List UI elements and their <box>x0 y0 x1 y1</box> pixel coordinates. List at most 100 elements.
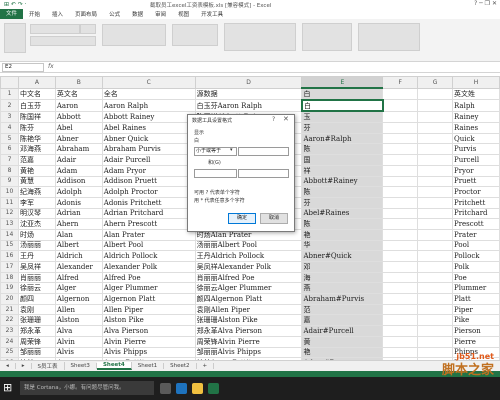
cell[interactable]: 玉 <box>301 110 384 124</box>
cell[interactable] <box>417 196 453 209</box>
number-format-group[interactable] <box>172 24 218 46</box>
name-box[interactable]: E2 <box>2 63 44 72</box>
row-header[interactable]: 25 <box>0 346 19 359</box>
cell[interactable]: 颜四Algernon Platt <box>194 293 303 305</box>
cell[interactable]: Proctor <box>451 186 500 198</box>
excel-app-icon[interactable] <box>208 383 219 394</box>
cell[interactable]: Albert Pool <box>101 239 196 252</box>
editing-group[interactable] <box>358 23 420 51</box>
cell[interactable]: Aaron#Ralph <box>301 132 384 145</box>
row-header[interactable]: 15 <box>0 239 19 252</box>
cell[interactable] <box>382 314 419 327</box>
cell[interactable]: Alan Prater <box>101 228 196 241</box>
cell[interactable]: 邓海燕 <box>17 143 56 156</box>
cell[interactable]: 邓 <box>301 261 384 273</box>
cell[interactable]: Pike <box>451 314 500 327</box>
cell[interactable]: 英文姓 <box>451 87 500 101</box>
cell[interactable]: Allen Piper <box>101 303 196 316</box>
row-header[interactable]: 1 <box>0 87 19 101</box>
fx-icon[interactable]: fx <box>48 63 54 70</box>
cancel-button[interactable]: 取消 <box>260 213 288 224</box>
cell[interactable]: Ahern <box>54 218 103 230</box>
cell[interactable]: 时炀 <box>17 228 56 241</box>
cell[interactable]: Raines <box>451 122 500 134</box>
edge-browser-icon[interactable] <box>176 383 187 394</box>
cell[interactable]: 源数据 <box>194 87 303 101</box>
cell[interactable] <box>417 110 453 124</box>
cell[interactable]: 范嘉 <box>17 154 56 166</box>
cell[interactable]: Algernon <box>54 293 103 305</box>
cell[interactable]: Adonis <box>54 196 103 209</box>
cell[interactable]: Abner#Quick <box>301 250 384 262</box>
row-header[interactable]: 3 <box>0 110 19 124</box>
ribbon-tab[interactable]: 页面布局 <box>69 10 103 18</box>
cell[interactable] <box>382 110 419 124</box>
row-header[interactable]: 20 <box>0 293 19 305</box>
cell[interactable]: Adam <box>54 164 103 177</box>
cell[interactable]: Allen <box>54 303 103 316</box>
cell[interactable] <box>382 335 419 348</box>
cell[interactable]: 白玉芬 <box>17 99 56 112</box>
cell[interactable]: Piper <box>451 303 500 316</box>
column-header[interactable]: F <box>382 76 419 89</box>
cell[interactable]: Abner Quick <box>101 132 196 145</box>
cell[interactable]: Adair <box>54 154 103 166</box>
cell[interactable] <box>417 261 453 273</box>
cell[interactable]: Purcell <box>451 154 500 166</box>
cell[interactable] <box>382 228 419 241</box>
cell[interactable]: 周荣锋 <box>17 335 56 348</box>
cell[interactable]: Prater <box>451 228 500 241</box>
cell[interactable]: 芬 <box>301 122 384 134</box>
cell[interactable] <box>417 164 453 177</box>
cell[interactable]: Alan <box>54 228 103 241</box>
cell[interactable]: Abel Raines <box>101 122 196 134</box>
cell[interactable]: Prescott <box>451 218 500 230</box>
cell[interactable]: Aaron Ralph <box>101 99 196 112</box>
file-explorer-icon[interactable] <box>192 383 203 394</box>
cell[interactable]: Poe <box>451 271 500 284</box>
cell[interactable] <box>417 228 453 241</box>
cell[interactable] <box>382 303 419 316</box>
cell[interactable]: 芬 <box>301 196 384 209</box>
row-header[interactable]: 11 <box>0 196 19 209</box>
font-name-select[interactable] <box>30 24 80 34</box>
cell[interactable]: Adrian Pritchard <box>101 207 196 220</box>
cell[interactable] <box>382 186 419 198</box>
and-radio[interactable]: 和(G) <box>208 159 221 166</box>
cell[interactable] <box>382 154 419 166</box>
cell[interactable] <box>417 293 453 305</box>
row-header[interactable]: 22 <box>0 314 19 327</box>
cell[interactable]: Aldrich Pollock <box>101 250 196 262</box>
condition-select-2[interactable] <box>194 169 237 178</box>
ribbon-tab[interactable]: 审阅 <box>149 10 172 18</box>
cell[interactable]: 吴凤祥Alexander Polk <box>194 261 303 273</box>
cell[interactable] <box>382 87 419 101</box>
font-style-buttons[interactable] <box>30 36 96 46</box>
cell[interactable] <box>382 175 419 188</box>
cell[interactable] <box>417 335 453 348</box>
cell[interactable]: Alger <box>54 282 103 295</box>
alignment-group[interactable] <box>102 24 166 46</box>
row-header[interactable]: 14 <box>0 228 19 241</box>
cell[interactable] <box>417 154 453 166</box>
cell[interactable]: 肖丽丽Alfred Poe <box>194 271 303 284</box>
row-header[interactable]: 23 <box>0 325 19 337</box>
cell[interactable]: Alfred Poe <box>101 271 196 284</box>
add-sheet-button[interactable]: + <box>197 363 215 369</box>
value-input-1[interactable] <box>238 147 289 156</box>
row-header[interactable]: 10 <box>0 186 19 198</box>
row-header[interactable]: 24 <box>0 335 19 348</box>
cell[interactable]: 陈 <box>301 143 384 156</box>
cell[interactable]: 海 <box>301 271 384 284</box>
row-header[interactable]: 16 <box>0 250 19 262</box>
close-icon[interactable]: ✕ <box>283 115 289 123</box>
cell[interactable]: 王丹Aldrich Pollock <box>194 250 303 262</box>
sheet-tab[interactable]: S员工表 <box>32 362 65 370</box>
cell[interactable]: 陈芬 <box>17 122 56 134</box>
cell[interactable] <box>382 346 419 359</box>
cell[interactable] <box>417 239 453 252</box>
cell[interactable]: 徐丽云 <box>17 282 56 295</box>
cell[interactable] <box>382 218 419 230</box>
cell[interactable]: Pool <box>451 239 500 252</box>
cell[interactable]: Ahern Prescott <box>101 218 196 230</box>
